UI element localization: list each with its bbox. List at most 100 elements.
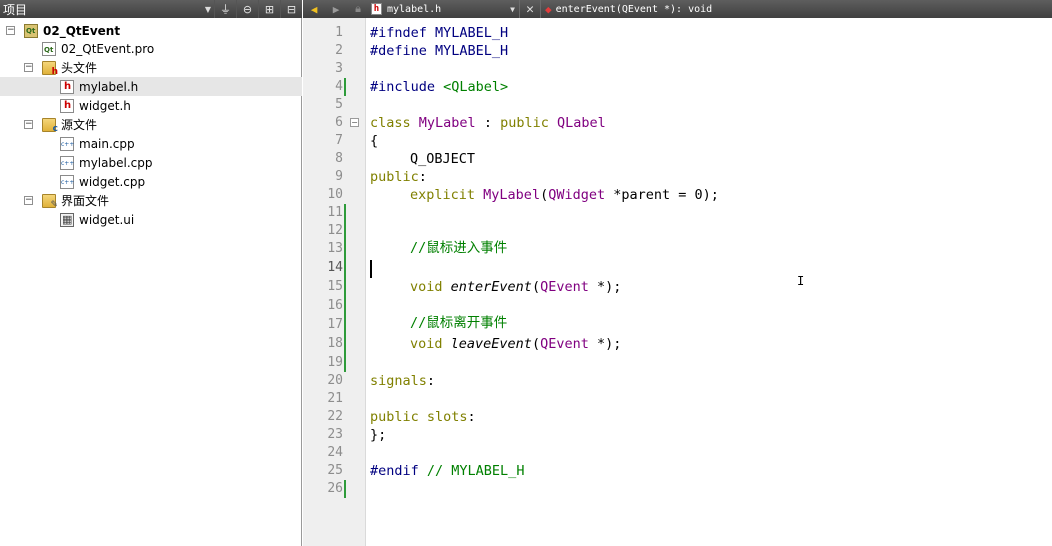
- file-name: widget.h: [79, 98, 131, 113]
- forms-folder-icon: [42, 193, 58, 210]
- tree-item-main-cpp[interactable]: main.cpp: [60, 134, 135, 153]
- line-number-gutter: 1 2 3 4 5 6 7 8 9 10 11 12 13 14 15 16 1…: [303, 18, 366, 546]
- code-line: explicit MyLabel(QWidget *parent = 0);: [410, 187, 719, 203]
- code-line: public slots:: [370, 409, 476, 425]
- line-number: 22: [327, 409, 343, 424]
- line-number: 13: [327, 241, 343, 256]
- line-number: 5: [335, 97, 343, 112]
- close-panel-icon[interactable]: ⊟: [280, 0, 302, 18]
- cpp-file-icon: [60, 136, 74, 151]
- project-name: 02_QtEvent: [43, 23, 121, 38]
- line-number: 20: [327, 373, 343, 388]
- header-file-icon: [60, 98, 74, 113]
- pro-file-icon: [42, 41, 56, 56]
- tree-item-widget-cpp[interactable]: widget.cpp: [60, 172, 145, 191]
- collapse-icon[interactable]: −: [24, 196, 33, 205]
- line-number: 18: [327, 336, 343, 351]
- code-line: };: [370, 427, 387, 443]
- close-file-button[interactable]: ✕: [520, 2, 540, 17]
- cpp-file-icon: [60, 174, 74, 189]
- current-line-number: 14: [327, 260, 343, 275]
- tree-item-pro-file[interactable]: 02_QtEvent.pro: [42, 39, 154, 58]
- line-number: 12: [327, 223, 343, 238]
- tree-item-widget-h[interactable]: widget.h: [60, 96, 131, 115]
- line-number: 6: [335, 115, 343, 130]
- symbol-dropdown[interactable]: ◆ enterEvent(QEvent *): void: [541, 3, 712, 16]
- chevron-down-icon: ▼: [510, 4, 515, 14]
- line-number: 2: [335, 43, 343, 58]
- line-number: 23: [327, 427, 343, 442]
- line-number: 3: [335, 61, 343, 76]
- code-line: #include <QLabel>: [370, 79, 509, 95]
- header-file-icon: h: [371, 3, 382, 15]
- line-number: 11: [327, 205, 343, 220]
- line-number: 16: [327, 298, 343, 313]
- code-line: void leaveEvent(QEvent *);: [410, 336, 622, 352]
- pro-file-name: 02_QtEvent.pro: [61, 41, 155, 56]
- change-marker: [344, 204, 346, 372]
- change-marker: [344, 480, 346, 498]
- collapse-icon[interactable]: −: [24, 120, 33, 129]
- code-text-area[interactable]: #ifndef MYLABEL_H #define MYLABEL_H #inc…: [370, 18, 1050, 546]
- code-line: #endif // MYLABEL_H: [370, 463, 525, 479]
- line-number: 25: [327, 463, 343, 478]
- line-number: 4: [335, 79, 343, 94]
- tree-item-mylabel-cpp[interactable]: mylabel.cpp: [60, 153, 152, 172]
- line-number: 7: [335, 133, 343, 148]
- collapse-icon[interactable]: −: [24, 63, 33, 72]
- line-number: 15: [327, 279, 343, 294]
- sync-icon[interactable]: ⊖: [236, 0, 258, 18]
- code-line: Q_OBJECT: [410, 151, 476, 167]
- code-line: public:: [370, 169, 427, 185]
- headers-folder-label: 头文件: [61, 61, 98, 75]
- tree-item-widget-ui[interactable]: widget.ui: [60, 210, 134, 229]
- line-number: 9: [335, 169, 343, 184]
- forms-folder-label: 界面文件: [61, 194, 110, 208]
- filter-icon[interactable]: ⏚: [214, 0, 236, 18]
- code-line: {: [370, 133, 379, 149]
- line-number: 1: [335, 25, 343, 40]
- code-line: class MyLabel : public QLabel: [370, 115, 606, 131]
- sources-folder-label: 源文件: [61, 118, 98, 132]
- lock-icon[interactable]: 🔒︎: [347, 0, 369, 18]
- editor-toolbar: ◀ ▶ 🔒︎ h mylabel.h ▼ ✕ ◆ enterEvent(QEve…: [303, 0, 1052, 18]
- line-number: 24: [327, 445, 343, 460]
- cpp-file-icon: [60, 155, 74, 170]
- open-file-dropdown[interactable]: h mylabel.h ▼: [369, 3, 519, 15]
- source-folder-icon: [42, 117, 58, 134]
- tree-item-mylabel-h[interactable]: mylabel.h: [0, 77, 302, 96]
- open-file-name: mylabel.h: [387, 3, 442, 15]
- code-line: //鼠标进入事件: [410, 240, 508, 256]
- file-name: main.cpp: [79, 136, 135, 151]
- line-number: 17: [327, 317, 343, 332]
- split-icon[interactable]: ⊞: [258, 0, 280, 18]
- panel-dropdown-icon[interactable]: ▼: [202, 5, 214, 14]
- file-name: mylabel.cpp: [79, 155, 153, 170]
- header-folder-icon: [42, 60, 58, 77]
- header-file-icon: [60, 79, 74, 94]
- code-line: //鼠标离开事件: [410, 315, 508, 331]
- file-name: widget.cpp: [79, 174, 146, 189]
- current-symbol: enterEvent(QEvent *): void: [555, 3, 713, 15]
- file-name: mylabel.h: [79, 79, 139, 94]
- text-cursor: [370, 260, 372, 278]
- code-line: #ifndef MYLABEL_H: [370, 25, 509, 41]
- fold-toggle-icon[interactable]: −: [350, 118, 359, 127]
- file-name: widget.ui: [79, 212, 135, 227]
- code-editor[interactable]: 1 2 3 4 5 6 7 8 9 10 11 12 13 14 15 16 1…: [303, 18, 1052, 546]
- ui-file-icon: [60, 212, 74, 227]
- method-icon: ◆: [545, 2, 552, 16]
- project-tree: − 02_QtEvent 02_QtEvent.pro − 头文件 mylabe…: [0, 18, 302, 546]
- forward-arrow-icon[interactable]: ▶: [325, 0, 347, 18]
- project-panel-toolbar: 项目 ▼ ⏚ ⊖ ⊞ ⊟: [0, 0, 302, 18]
- line-number: 26: [327, 481, 343, 496]
- change-marker: [344, 78, 346, 96]
- project-panel-title[interactable]: 项目: [0, 1, 202, 18]
- line-number: 8: [335, 151, 343, 166]
- collapse-icon[interactable]: −: [6, 26, 15, 35]
- code-line: #define MYLABEL_H: [370, 43, 509, 59]
- code-line: void enterEvent(QEvent *);: [410, 279, 622, 295]
- mouse-ibeam-icon: I: [797, 274, 805, 288]
- back-arrow-icon[interactable]: ◀: [303, 0, 325, 18]
- line-number: 19: [327, 355, 343, 370]
